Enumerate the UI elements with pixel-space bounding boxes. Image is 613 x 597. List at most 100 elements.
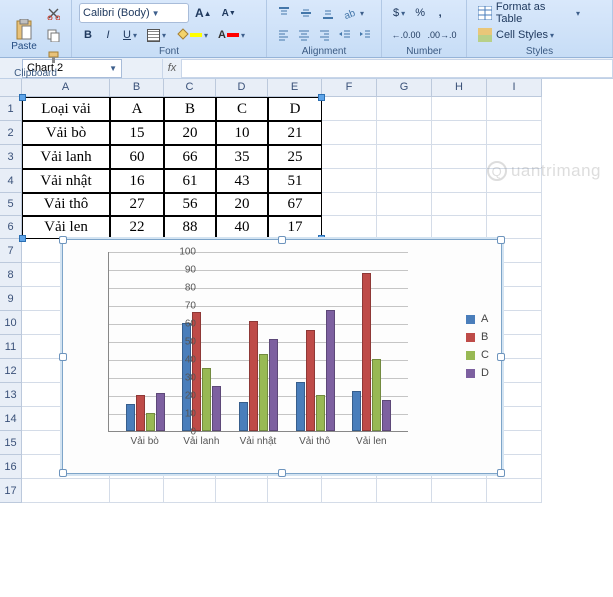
table-cell[interactable]: 21 — [268, 121, 322, 145]
row-header[interactable]: 17 — [0, 479, 22, 503]
chart-bar[interactable] — [259, 354, 268, 431]
cell[interactable] — [322, 145, 377, 169]
cell[interactable] — [432, 169, 487, 193]
table-cell[interactable]: Vải thô — [22, 193, 110, 216]
cell[interactable] — [377, 97, 432, 121]
cell[interactable] — [322, 216, 377, 239]
column-header[interactable]: E — [268, 79, 322, 97]
row-header[interactable]: 10 — [0, 311, 22, 335]
chart-plot-area[interactable] — [108, 252, 408, 432]
cell[interactable] — [268, 479, 322, 503]
row-header[interactable]: 4 — [0, 169, 22, 193]
bold-button[interactable]: B — [79, 25, 97, 45]
cell[interactable] — [110, 479, 164, 503]
cell[interactable] — [432, 193, 487, 216]
table-cell[interactable]: 17 — [268, 216, 322, 239]
cut-button[interactable] — [43, 3, 64, 23]
table-cell[interactable]: 20 — [216, 193, 268, 216]
table-cell[interactable]: 67 — [268, 193, 322, 216]
table-cell[interactable]: C — [216, 97, 268, 121]
cell[interactable] — [377, 479, 432, 503]
chart-bar[interactable] — [156, 393, 165, 431]
chart-bar[interactable] — [352, 391, 361, 431]
formula-input[interactable] — [182, 59, 613, 78]
cell[interactable] — [322, 97, 377, 121]
table-cell[interactable]: 22 — [110, 216, 164, 239]
cell[interactable] — [487, 121, 542, 145]
row-header[interactable]: 2 — [0, 121, 22, 145]
cell[interactable] — [164, 479, 216, 503]
table-cell[interactable]: B — [164, 97, 216, 121]
cell[interactable] — [432, 97, 487, 121]
column-header[interactable]: B — [110, 79, 164, 97]
chart-bar[interactable] — [249, 321, 258, 431]
row-header[interactable]: 3 — [0, 145, 22, 169]
row-header[interactable]: 16 — [0, 455, 22, 479]
table-cell[interactable]: 27 — [110, 193, 164, 216]
row-header[interactable]: 5 — [0, 193, 22, 216]
chart-bar[interactable] — [269, 339, 278, 431]
align-right-button[interactable] — [315, 25, 333, 45]
cell[interactable] — [487, 479, 542, 503]
legend-item[interactable]: C — [466, 346, 489, 364]
legend-item[interactable]: B — [466, 328, 489, 346]
cell[interactable] — [487, 97, 542, 121]
row-header[interactable]: 15 — [0, 431, 22, 455]
table-cell[interactable]: Vải lanh — [22, 145, 110, 169]
fill-color-button[interactable]: ▾ — [172, 25, 212, 45]
decrease-decimal-button[interactable]: .00→.0 — [425, 25, 459, 45]
cell[interactable] — [487, 169, 542, 193]
cell[interactable] — [377, 216, 432, 239]
cell[interactable] — [377, 121, 432, 145]
format-painter-button[interactable] — [43, 47, 64, 67]
cell[interactable] — [322, 121, 377, 145]
table-cell[interactable]: 15 — [110, 121, 164, 145]
copy-button[interactable] — [43, 25, 64, 45]
cell[interactable] — [432, 145, 487, 169]
row-header[interactable]: 7 — [0, 239, 22, 263]
table-cell[interactable]: A — [110, 97, 164, 121]
row-header[interactable]: 9 — [0, 287, 22, 311]
table-cell[interactable]: 60 — [110, 145, 164, 169]
cell[interactable] — [487, 216, 542, 239]
chart-bar[interactable] — [136, 395, 145, 431]
cell[interactable] — [487, 145, 542, 169]
chart-bar[interactable] — [382, 400, 391, 431]
chart-bar[interactable] — [372, 359, 381, 431]
format-as-table-button[interactable]: Format as Table▾ — [474, 3, 584, 23]
cell[interactable] — [432, 121, 487, 145]
align-center-button[interactable] — [294, 25, 312, 45]
row-header[interactable]: 14 — [0, 407, 22, 431]
table-cell[interactable]: 25 — [268, 145, 322, 169]
column-header[interactable]: C — [164, 79, 216, 97]
cell[interactable] — [22, 479, 110, 503]
column-header[interactable]: I — [487, 79, 542, 97]
row-header[interactable]: 11 — [0, 335, 22, 359]
cell[interactable] — [377, 193, 432, 216]
table-cell[interactable]: Vải bò — [22, 121, 110, 145]
orientation-button[interactable]: ab▾ — [340, 3, 368, 23]
chart-bar[interactable] — [126, 404, 135, 431]
font-family-select[interactable]: Calibri (Body)▼ — [79, 3, 189, 23]
comma-button[interactable]: , — [431, 3, 449, 23]
font-color-button[interactable]: A▾ — [214, 25, 249, 45]
table-cell[interactable]: 20 — [164, 121, 216, 145]
cell[interactable] — [432, 479, 487, 503]
cell[interactable] — [377, 169, 432, 193]
increase-indent-button[interactable] — [356, 25, 374, 45]
row-header[interactable]: 12 — [0, 359, 22, 383]
table-cell[interactable]: Vải nhật — [22, 169, 110, 193]
table-cell[interactable]: 61 — [164, 169, 216, 193]
chart-bar[interactable] — [362, 273, 371, 431]
legend-item[interactable]: A — [466, 310, 489, 328]
chart-bar[interactable] — [146, 413, 155, 431]
italic-button[interactable]: I — [99, 25, 117, 45]
table-cell[interactable]: 88 — [164, 216, 216, 239]
chart-bar[interactable] — [316, 395, 325, 431]
border-button[interactable]: ▾ — [143, 25, 170, 45]
cell[interactable] — [322, 193, 377, 216]
column-header[interactable]: F — [322, 79, 377, 97]
chart-bar[interactable] — [239, 402, 248, 431]
align-middle-button[interactable] — [296, 3, 316, 23]
table-cell[interactable]: 43 — [216, 169, 268, 193]
